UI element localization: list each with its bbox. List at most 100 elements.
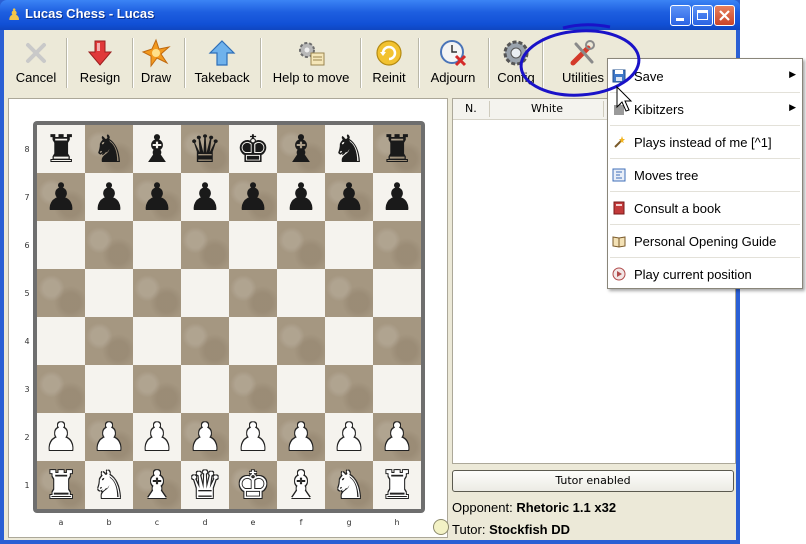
menu-item-plays-instead[interactable]: Plays instead of me [^1]	[608, 126, 802, 158]
white-piece[interactable]: ♟	[85, 413, 133, 461]
white-piece[interactable]: ♞	[85, 461, 133, 509]
board-square[interactable]	[325, 365, 373, 413]
white-piece[interactable]: ♟	[325, 413, 373, 461]
board-square[interactable]	[181, 365, 229, 413]
minimize-button[interactable]	[670, 5, 691, 26]
board-square[interactable]	[373, 317, 421, 365]
black-piece[interactable]: ♛	[181, 125, 229, 173]
board-square[interactable]	[277, 317, 325, 365]
adjourn-button[interactable]: Adjourn	[422, 34, 484, 90]
black-piece[interactable]: ♞	[85, 125, 133, 173]
black-piece[interactable]: ♝	[133, 125, 181, 173]
chess-board[interactable]: ♜ ♞ ♝ ♛ ♚ ♝ ♞ ♜ ♟ ♟ ♟ ♟ ♟ ♟ ♟ ♟ ♟ ♟ ♟ ♟ ♟ ♟ ♟ ♟ ♜ ♞ ♝ ♛ ♚ ♝ ♞ ♜	[33, 121, 425, 513]
white-piece[interactable]: ♟	[37, 413, 85, 461]
board-square[interactable]	[85, 317, 133, 365]
black-piece[interactable]: ♟	[85, 173, 133, 221]
column-header-number[interactable]: N.	[465, 102, 477, 115]
board-square[interactable]	[37, 269, 85, 317]
menu-item-play-position[interactable]: Play current position	[608, 258, 802, 290]
resign-button[interactable]: Resign	[70, 34, 130, 90]
cancel-button[interactable]: Cancel	[8, 34, 64, 90]
board-square[interactable]	[325, 221, 373, 269]
config-button[interactable]: Config	[494, 34, 538, 90]
draw-button[interactable]: Draw	[134, 34, 178, 90]
board-square[interactable]	[373, 221, 421, 269]
black-piece[interactable]: ♜	[37, 125, 85, 173]
help-to-move-button[interactable]: Help to move	[266, 34, 356, 90]
board-square[interactable]	[325, 317, 373, 365]
play-icon	[612, 267, 626, 281]
white-piece[interactable]: ♚	[229, 461, 277, 509]
white-piece[interactable]: ♜	[373, 461, 421, 509]
black-piece[interactable]: ♚	[229, 125, 277, 173]
board-square[interactable]	[133, 221, 181, 269]
white-piece[interactable]: ♟	[373, 413, 421, 461]
board-square[interactable]	[37, 365, 85, 413]
title-bar[interactable]: ♟ Lucas Chess - Lucas	[0, 0, 740, 30]
menu-item-save[interactable]: Save ▶	[608, 60, 802, 92]
board-square[interactable]	[85, 269, 133, 317]
tutor-label: Tutor:	[452, 522, 486, 537]
menu-item-consult-book[interactable]: Consult a book	[608, 192, 802, 224]
column-header-white[interactable]: White	[531, 102, 563, 115]
white-piece[interactable]: ♛	[181, 461, 229, 509]
menu-item-opening-guide[interactable]: Personal Opening Guide	[608, 225, 802, 257]
board-square[interactable]	[229, 365, 277, 413]
board-square[interactable]	[229, 269, 277, 317]
board-square[interactable]	[373, 365, 421, 413]
chess-pawn-icon: ♟	[7, 5, 22, 24]
file-label: b	[106, 518, 112, 527]
black-piece[interactable]: ♟	[325, 173, 373, 221]
reinit-icon	[376, 40, 402, 66]
board-square[interactable]	[229, 317, 277, 365]
black-piece[interactable]: ♟	[373, 173, 421, 221]
board-square[interactable]	[277, 221, 325, 269]
rank-label: 8	[24, 145, 30, 154]
white-piece[interactable]: ♝	[133, 461, 181, 509]
white-piece[interactable]: ♟	[229, 413, 277, 461]
black-piece[interactable]: ♜	[373, 125, 421, 173]
black-piece[interactable]: ♟	[277, 173, 325, 221]
file-label: c	[154, 518, 160, 527]
utilities-button[interactable]: Utilities	[554, 34, 612, 90]
menu-item-moves-tree[interactable]: Moves tree	[608, 159, 802, 191]
maximize-button[interactable]	[692, 5, 713, 26]
board-square[interactable]	[181, 269, 229, 317]
board-square[interactable]	[277, 269, 325, 317]
tutor-enabled-button[interactable]: Tutor enabled	[452, 470, 734, 492]
black-piece[interactable]: ♟	[37, 173, 85, 221]
tutor-line: Tutor: Stockfish DD	[452, 522, 570, 537]
black-piece[interactable]: ♟	[181, 173, 229, 221]
menu-item-kibitzers[interactable]: Kibitzers ▶	[608, 93, 802, 125]
board-square[interactable]	[181, 221, 229, 269]
board-square[interactable]	[133, 269, 181, 317]
board-square[interactable]	[133, 365, 181, 413]
board-square[interactable]	[373, 269, 421, 317]
board-square[interactable]	[181, 317, 229, 365]
takeback-button[interactable]: Takeback	[190, 34, 254, 90]
reinit-button[interactable]: Reinit	[366, 34, 412, 90]
toolbar-separator	[184, 38, 186, 88]
board-square[interactable]	[85, 221, 133, 269]
board-square[interactable]	[277, 365, 325, 413]
white-piece[interactable]: ♟	[277, 413, 325, 461]
board-square[interactable]	[325, 269, 373, 317]
submenu-arrow-icon: ▶	[789, 102, 796, 112]
white-piece[interactable]: ♜	[37, 461, 85, 509]
white-piece[interactable]: ♝	[277, 461, 325, 509]
board-square[interactable]	[229, 221, 277, 269]
black-piece[interactable]: ♞	[325, 125, 373, 173]
close-button[interactable]	[714, 5, 735, 26]
white-piece[interactable]: ♟	[133, 413, 181, 461]
file-label: a	[58, 518, 64, 527]
board-square[interactable]	[85, 365, 133, 413]
white-piece[interactable]: ♞	[325, 461, 373, 509]
board-square[interactable]	[37, 221, 85, 269]
black-piece[interactable]: ♟	[133, 173, 181, 221]
board-square[interactable]	[133, 317, 181, 365]
black-piece[interactable]: ♝	[277, 125, 325, 173]
board-square[interactable]	[37, 317, 85, 365]
black-piece[interactable]: ♟	[229, 173, 277, 221]
white-piece[interactable]: ♟	[181, 413, 229, 461]
column-divider	[489, 101, 490, 117]
